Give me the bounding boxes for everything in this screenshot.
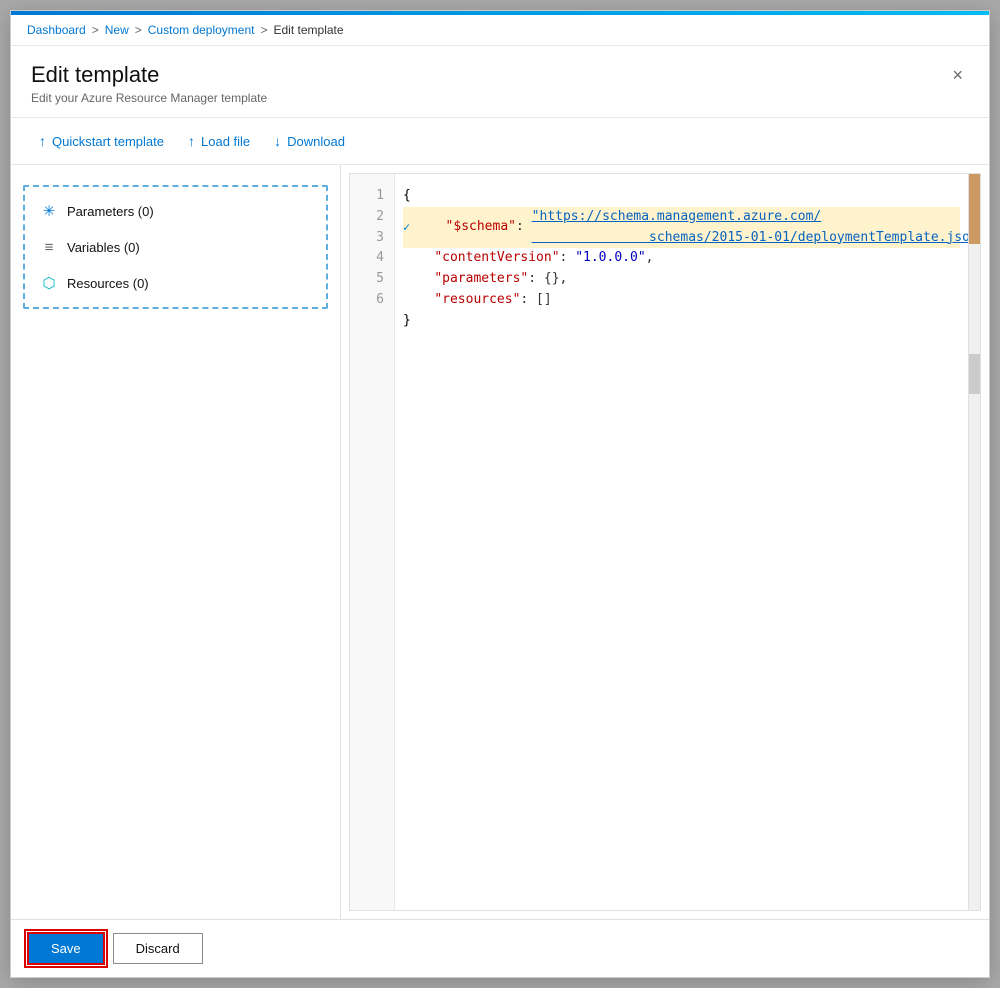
panel-box: ✳ Parameters (0) ≡ Variables (0) ⬡ Resou… — [23, 185, 328, 309]
scrollbar-thumb-orange — [969, 174, 980, 244]
code-line-6: } — [403, 311, 960, 332]
download-button[interactable]: Download — [262, 128, 357, 154]
resources-label: Resources (0) — [67, 276, 149, 291]
left-panel: ✳ Parameters (0) ≡ Variables (0) ⬡ Resou… — [11, 165, 341, 919]
code-colon-3: : — [560, 248, 576, 269]
footer: Save Discard — [11, 919, 989, 977]
code-comma-3: , — [646, 248, 654, 269]
breadcrumb-sep-2: > — [135, 23, 142, 37]
breadcrumb-custom-deployment[interactable]: Custom deployment — [148, 23, 255, 37]
code-line-4: "parameters" : {}, — [403, 269, 960, 290]
code-key-parameters: "parameters" — [434, 269, 528, 290]
code-indent-3 — [403, 248, 434, 269]
vars-label: Variables (0) — [67, 240, 140, 255]
code-colon-5: : [] — [520, 290, 551, 311]
save-button[interactable]: Save — [27, 932, 105, 965]
params-icon: ✳ — [39, 201, 59, 221]
load-file-button[interactable]: Load file — [176, 128, 262, 154]
code-brace-close: } — [403, 311, 411, 332]
editor-inner: 1 2 3 4 5 6 { — [350, 174, 980, 910]
page-subtitle: Edit your Azure Resource Manager templat… — [31, 91, 267, 105]
quickstart-icon — [39, 133, 46, 149]
code-key-version: "contentVersion" — [434, 248, 559, 269]
breadcrumb-sep-3: > — [260, 23, 267, 37]
code-brace-open: { — [403, 186, 411, 207]
code-value-version: "1.0.0.0" — [575, 248, 645, 269]
header-left: Edit template Edit your Azure Resource M… — [31, 62, 267, 105]
editor-panel[interactable]: 1 2 3 4 5 6 { — [349, 173, 981, 911]
code-line-3: "contentVersion" : "1.0.0.0" , — [403, 248, 960, 269]
line-num-2: 2 — [350, 207, 394, 228]
line-num-5: 5 — [350, 269, 394, 290]
modal: Dashboard > New > Custom deployment > Ed… — [10, 10, 990, 978]
code-line-1: { — [403, 186, 960, 207]
modal-overlay: Dashboard > New > Custom deployment > Ed… — [0, 0, 1000, 988]
close-button[interactable]: × — [946, 62, 969, 88]
quickstart-template-button[interactable]: Quickstart template — [27, 128, 176, 154]
line-numbers: 1 2 3 4 5 6 — [350, 174, 395, 910]
resources-icon: ⬡ — [39, 273, 59, 293]
code-colon-2: : — [516, 217, 532, 238]
scrollbar-track[interactable] — [968, 174, 980, 910]
breadcrumb: Dashboard > New > Custom deployment > Ed… — [11, 15, 989, 46]
breadcrumb-new[interactable]: New — [105, 23, 129, 37]
line-num-3: 3 — [350, 228, 394, 249]
download-label: Download — [287, 134, 345, 149]
toolbar: Quickstart template Load file Download — [11, 118, 989, 165]
line-num-1: 1 — [350, 186, 394, 207]
panel-item-parameters[interactable]: ✳ Parameters (0) — [25, 193, 326, 229]
code-indent-5 — [403, 290, 434, 311]
panel-item-variables[interactable]: ≡ Variables (0) — [25, 229, 326, 265]
discard-button[interactable]: Discard — [113, 933, 203, 964]
code-key-resources: "resources" — [434, 290, 520, 311]
code-line-5: "resources" : [] — [403, 290, 960, 311]
code-key-schema: "$schema" — [446, 217, 516, 238]
quickstart-label: Quickstart template — [52, 134, 164, 149]
code-colon-4: : {}, — [528, 269, 567, 290]
main-content: ✳ Parameters (0) ≡ Variables (0) ⬡ Resou… — [11, 165, 989, 919]
code-indent-4 — [403, 269, 434, 290]
panel-item-resources[interactable]: ⬡ Resources (0) — [25, 265, 326, 301]
code-indent-2 — [414, 217, 445, 238]
header: Edit template Edit your Azure Resource M… — [11, 46, 989, 118]
editor-code[interactable]: { ✓ "$schema" : "https://schema.manageme… — [395, 174, 968, 910]
line-num-6: 6 — [350, 290, 394, 311]
load-file-label: Load file — [201, 134, 250, 149]
line-check-icon: ✓ — [403, 218, 410, 237]
params-label: Parameters (0) — [67, 204, 154, 219]
vars-icon: ≡ — [39, 237, 59, 257]
page-title: Edit template — [31, 62, 267, 88]
code-line-2: ✓ "$schema" : "https://schema.management… — [403, 207, 960, 249]
scrollbar-thumb-gray — [969, 354, 980, 394]
code-schema-url[interactable]: "https://schema.management.azure.com/ sc… — [532, 207, 968, 249]
breadcrumb-sep-1: > — [92, 23, 99, 37]
breadcrumb-current: Edit template — [274, 23, 344, 37]
breadcrumb-dashboard[interactable]: Dashboard — [27, 23, 86, 37]
download-icon — [274, 133, 281, 149]
line-num-4: 4 — [350, 248, 394, 269]
load-file-icon — [188, 133, 195, 149]
